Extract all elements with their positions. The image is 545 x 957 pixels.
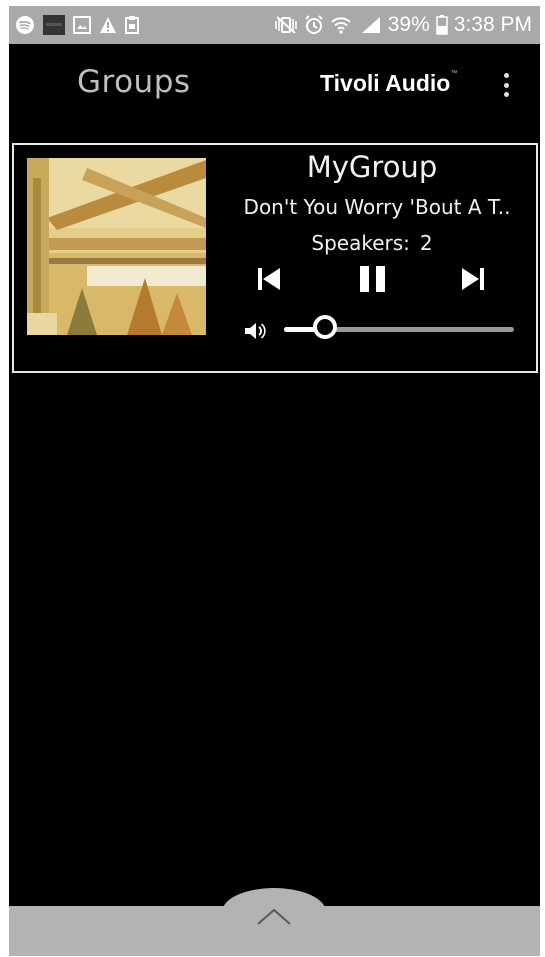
speakers-info: Speakers: 2 (204, 231, 540, 255)
app-screen: 39% 3:38 PM Groups Tivoli Audio™ MyGroup… (9, 6, 540, 956)
group-card[interactable]: MyGroup Don't You Worry 'Bout A T.. Spea… (12, 143, 538, 373)
alarm-icon (304, 15, 324, 35)
album-art[interactable] (27, 158, 206, 335)
expand-tab[interactable] (222, 888, 326, 956)
track-title: Don't You Worry 'Bout A T.. (243, 195, 511, 219)
clipboard-icon (125, 16, 139, 34)
warning-icon (99, 16, 117, 34)
more-vert-icon[interactable] (496, 68, 516, 102)
mute-vibrate-icon (274, 15, 298, 35)
status-bar-notifications (15, 15, 139, 35)
status-time: 3:38 PM (453, 13, 532, 36)
volume-icon[interactable] (244, 321, 266, 346)
status-bar-system: 39% 3:38 PM (274, 13, 532, 37)
chevron-up-icon (257, 908, 291, 925)
volume-slider[interactable] (284, 315, 514, 339)
skip-next-icon[interactable] (461, 267, 485, 291)
brand-trademark: ™ (450, 70, 458, 77)
speakers-count: 2 (419, 231, 433, 255)
brand-logo: Tivoli Audio™ (320, 70, 457, 97)
page-title: Groups (77, 64, 191, 100)
skip-previous-icon[interactable] (257, 267, 281, 291)
volume-slider-thumb[interactable] (313, 315, 337, 339)
battery-icon (436, 15, 448, 35)
brand-name: Tivoli Audio (320, 70, 451, 96)
wifi-icon (330, 15, 352, 35)
status-bar: 39% 3:38 PM (9, 6, 540, 44)
spotify-icon (15, 15, 35, 35)
image-icon (73, 16, 91, 34)
signal-icon (358, 15, 382, 35)
battery-percent: 39% (387, 13, 430, 36)
speakers-label: Speakers: (311, 231, 410, 255)
bottom-bar (9, 888, 540, 956)
album-thumb-icon (43, 15, 65, 35)
pause-icon[interactable] (358, 265, 388, 293)
app-bar: Groups Tivoli Audio™ (9, 44, 540, 140)
group-name: MyGroup (306, 150, 438, 184)
